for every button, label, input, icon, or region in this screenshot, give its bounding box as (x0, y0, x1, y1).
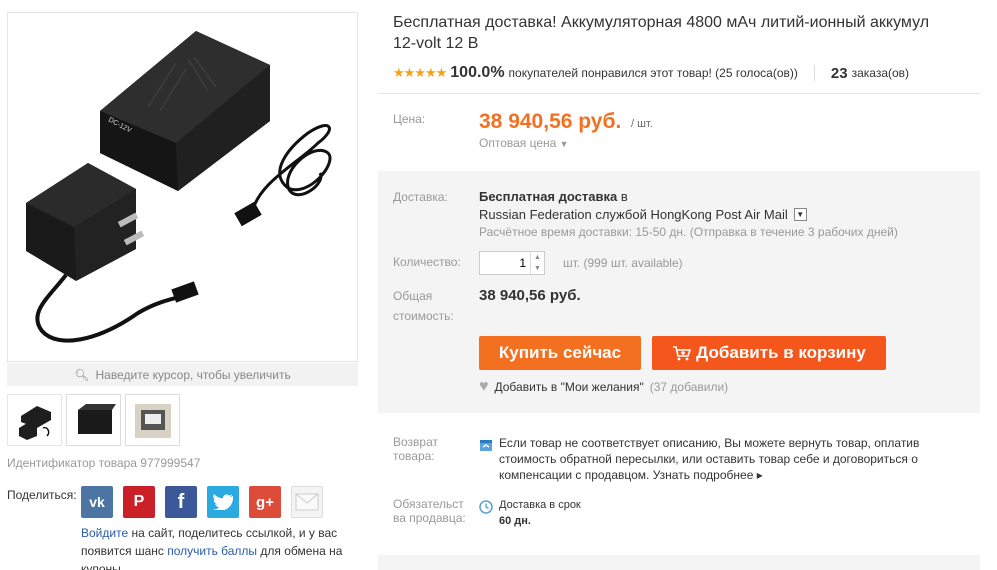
orders-count: 23 (830, 64, 848, 82)
buy-now-button[interactable]: Купить сейчас (479, 336, 641, 370)
vk-icon[interactable]: vk (81, 486, 113, 518)
shipping-method-text: Russian Federation службой HongKong Post… (479, 207, 788, 222)
decrement-icon[interactable]: ▼ (530, 263, 544, 274)
shipping-method-select[interactable]: Russian Federation службой HongKong Post… (479, 207, 807, 222)
thumbnail-strip (7, 394, 180, 446)
wishlist-link[interactable]: ♥ Добавить в "Мои желания" (37 добавили) (479, 378, 728, 396)
total-label-1: Общая (393, 289, 433, 303)
wishlist-count: (37 добавили) (649, 380, 729, 394)
quantity-label: Количество: (393, 255, 461, 269)
quantity-note: шт. (999 шт. available) (563, 256, 683, 270)
bottom-panel (378, 555, 980, 570)
returns-label-2: товара: (393, 449, 435, 463)
add-to-cart-label: Добавить в корзину (696, 343, 866, 362)
shipping-time: Расчётное время доставки: 15-50 дн. (Отп… (479, 225, 898, 239)
add-to-cart-button[interactable]: Добавить в корзину (652, 336, 886, 370)
points-link[interactable]: получить баллы (167, 544, 257, 558)
thumbnail-3[interactable] (125, 394, 180, 446)
shipping-in: в (620, 189, 628, 204)
thumbnail-1[interactable] (7, 394, 62, 446)
divider (813, 65, 815, 81)
heart-icon: ♥ (479, 378, 489, 395)
on-time-delivery: Доставка в срок (499, 499, 581, 511)
protection-label-1: Обязательст (393, 497, 464, 511)
returns-label-1: Возврат (393, 435, 438, 449)
product-title-line-2: 12-volt 12 В (393, 35, 479, 52)
magnifier-icon: 🔍︎ (74, 367, 90, 382)
quantity-group: шт. (999 шт. available) (479, 251, 683, 275)
rating-row: ★★★★★ 100.0% покупателей понравился этот… (393, 64, 909, 82)
price-label: Цена: (393, 112, 426, 126)
total-value: 38 940,56 руб. (479, 287, 581, 304)
share-label: Поделиться: (7, 488, 77, 502)
price-value: 38 940,56 руб. (479, 110, 622, 133)
rating-percent: 100.0% (450, 64, 505, 81)
returns-more-link[interactable]: Узнать подробнее ▸ (653, 468, 763, 482)
zoom-hint-text: Наведите курсор, чтобы увеличить (95, 367, 291, 382)
rating-stars-icon: ★★★★★ (393, 65, 447, 80)
quantity-stepper[interactable]: ▲ ▼ (530, 252, 544, 274)
price-per-unit: / шт. (631, 118, 653, 130)
total-label-2: стоимость: (393, 309, 454, 323)
cart-icon (673, 346, 692, 361)
return-icon (480, 440, 492, 451)
shipping-label: Доставка: (393, 190, 448, 204)
share-buttons: vk P f g+ (81, 486, 323, 518)
google-plus-icon[interactable]: g+ (249, 486, 281, 518)
rating-text[interactable]: покупателей понравился этот товар! (25 г… (509, 66, 798, 80)
login-link[interactable]: Войдите (81, 526, 128, 540)
zoom-hint: 🔍︎ Наведите курсор, чтобы увеличить (7, 363, 358, 386)
product-title-line-1: Бесплатная доставка! Аккумуляторная 4800… (393, 14, 930, 31)
product-title: Бесплатная доставка! Аккумуляторная 4800… (393, 12, 997, 54)
wholesale-label: Оптовая цена (479, 136, 557, 150)
email-icon[interactable] (291, 486, 323, 518)
pinterest-icon[interactable]: P (123, 486, 155, 518)
returns-text: Если товар не соответствует описанию, Вы… (499, 435, 969, 483)
wholesale-price-toggle[interactable]: Оптовая цена ▼ (479, 136, 569, 150)
wishlist-text: Добавить в "Мои желания" (494, 380, 644, 394)
caret-down-icon: ▼ (559, 139, 569, 149)
dropdown-arrow-icon[interactable]: ▼ (793, 208, 807, 221)
protection-label-2: ва продавца: (393, 511, 466, 525)
increment-icon[interactable]: ▲ (530, 252, 544, 263)
twitter-icon[interactable] (207, 486, 239, 518)
divider (378, 93, 980, 94)
free-shipping-text: Бесплатная доставка (479, 189, 618, 204)
protection-text: Доставка в срок 60 дн. (499, 497, 581, 529)
shipping-title: Бесплатная доставка в (479, 189, 628, 204)
facebook-icon[interactable]: f (165, 486, 197, 518)
share-note: Войдите на сайт, поделитесь ссылкой, и у… (81, 524, 361, 570)
thumbnail-2[interactable] (66, 394, 121, 446)
orders-label: заказа(ов) (851, 66, 910, 80)
clock-icon (479, 500, 493, 514)
product-id: Идентификатор товара 977999547 (7, 456, 201, 470)
delivery-days: 60 дн. (499, 515, 531, 527)
product-main-image[interactable]: DC-12V (7, 12, 358, 362)
